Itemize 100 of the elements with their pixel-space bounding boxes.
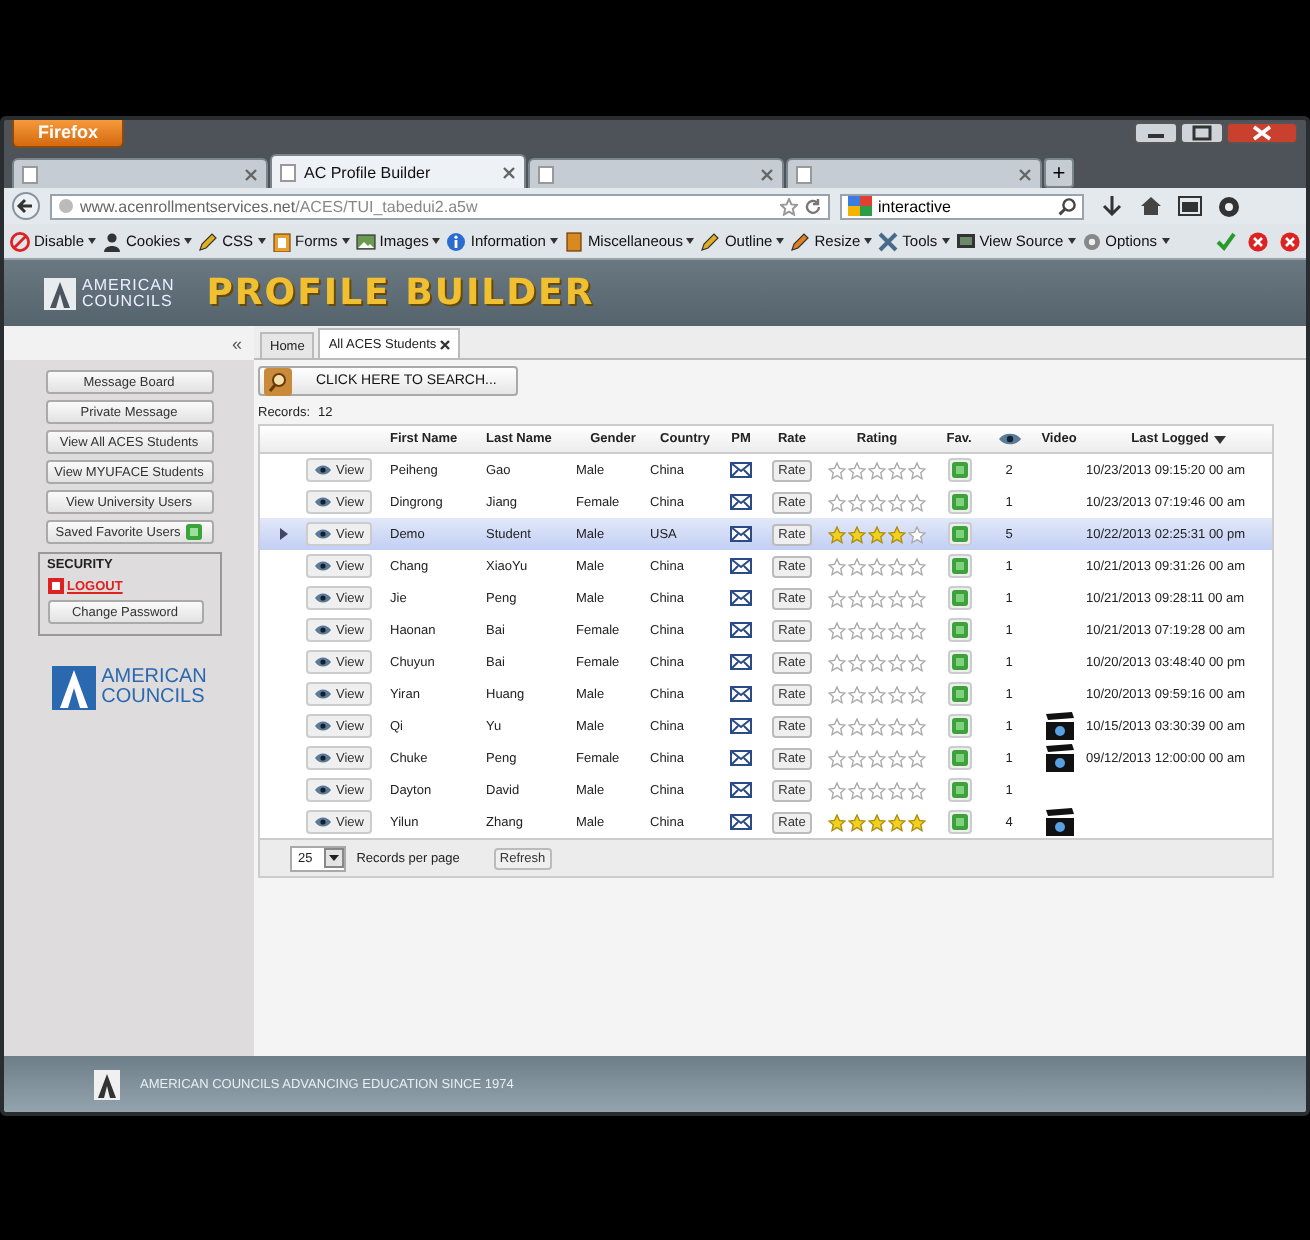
checkmark-icon[interactable] [1216, 231, 1236, 251]
envelope-icon[interactable] [730, 494, 752, 510]
envelope-icon[interactable] [730, 718, 752, 734]
favorite-button[interactable] [947, 746, 971, 770]
star-icon [828, 621, 846, 639]
favorite-button[interactable] [947, 554, 971, 578]
eye-icon [314, 592, 332, 604]
star-rating[interactable] [828, 621, 926, 639]
envelope-icon[interactable] [730, 622, 752, 638]
envelope-icon[interactable] [730, 654, 752, 670]
picture-icon [355, 231, 376, 251]
star-icon [868, 589, 886, 607]
eye-icon [314, 464, 332, 476]
star-icon[interactable] [780, 197, 798, 215]
star-rating[interactable] [828, 781, 926, 799]
clipboard-icon [271, 231, 292, 251]
star-rating[interactable] [828, 653, 926, 671]
star-rating[interactable] [828, 557, 926, 575]
star-rating[interactable] [828, 493, 926, 511]
browser-tab[interactable]: AC Profile Builder [270, 154, 526, 188]
favorite-button[interactable] [947, 618, 971, 642]
no-entry-icon [10, 231, 30, 251]
close-icon[interactable] [244, 167, 258, 181]
window-icon[interactable] [1178, 196, 1202, 216]
favorite-button[interactable] [947, 490, 971, 514]
square-icon [951, 494, 967, 510]
search-field[interactable]: interactive [840, 193, 1084, 219]
favorite-button[interactable] [947, 522, 971, 546]
star-icon [888, 493, 906, 511]
star-rating[interactable] [828, 813, 926, 831]
back-icon[interactable] [12, 192, 40, 220]
square-icon [951, 750, 967, 766]
envelope-icon[interactable] [730, 686, 752, 702]
maximize-icon[interactable] [1180, 122, 1224, 144]
envelope-icon[interactable] [730, 590, 752, 606]
star-icon [888, 685, 906, 703]
page-icon [280, 163, 296, 181]
eye-icon [314, 752, 332, 764]
square-icon [951, 782, 967, 798]
browser-tab[interactable] [528, 158, 784, 188]
close-icon[interactable] [502, 165, 516, 179]
close-icon[interactable] [1226, 122, 1298, 144]
favorite-button[interactable] [947, 586, 971, 610]
star-rating[interactable] [828, 685, 926, 703]
home-icon[interactable] [1140, 196, 1162, 216]
close-icon[interactable] [1018, 167, 1032, 181]
close-icon[interactable] [760, 167, 774, 181]
url-text: www.acenrollmentservices.net/ACES/TUI_tabedui2.a5w [80, 197, 478, 215]
star-icon [848, 685, 866, 703]
star-icon [828, 557, 846, 575]
envelope-icon[interactable] [730, 782, 752, 798]
eye-icon [314, 656, 332, 668]
minimize-icon[interactable] [1134, 122, 1178, 144]
star-icon [888, 749, 906, 767]
download-icon[interactable] [1100, 196, 1124, 216]
star-rating[interactable] [828, 749, 926, 767]
page-icon [538, 165, 554, 183]
envelope-icon[interactable] [730, 750, 752, 766]
envelope-icon[interactable] [730, 462, 752, 478]
favorite-button[interactable] [947, 650, 971, 674]
clapperboard-icon[interactable] [1043, 712, 1075, 740]
envelope-icon[interactable] [730, 526, 752, 542]
star-icon [828, 685, 846, 703]
star-icon [888, 653, 906, 671]
star-icon [908, 685, 926, 703]
favorite-button[interactable] [947, 714, 971, 738]
reload-icon[interactable] [804, 197, 822, 215]
square-icon [951, 590, 967, 606]
favorite-button[interactable] [947, 682, 971, 706]
star-icon [868, 749, 886, 767]
star-icon [868, 621, 886, 639]
star-icon [868, 461, 886, 479]
star-icon [848, 589, 866, 607]
star-icon [828, 781, 846, 799]
favorite-button[interactable] [947, 810, 971, 834]
favorite-button[interactable] [947, 778, 971, 802]
collapse-button[interactable]: « [231, 333, 242, 353]
envelope-icon[interactable] [730, 814, 752, 830]
error-icon[interactable] [1280, 231, 1300, 251]
browser-tab[interactable] [12, 158, 268, 188]
star-rating[interactable] [828, 717, 926, 735]
error-icon[interactable] [1248, 231, 1268, 251]
clapperboard-icon[interactable] [1043, 808, 1075, 836]
clapperboard-icon[interactable] [1043, 744, 1075, 772]
star-icon [848, 813, 866, 831]
star-rating[interactable] [828, 525, 926, 543]
envelope-icon[interactable] [730, 558, 752, 574]
url-field[interactable]: www.acenrollmentservices.net/ACES/TUI_tabedui2.a5w [50, 193, 830, 219]
star-rating[interactable] [828, 589, 926, 607]
star-icon [908, 461, 926, 479]
logo-text: COUNCILS [101, 688, 207, 708]
star-icon [888, 813, 906, 831]
star-icon [868, 717, 886, 735]
row-pointer-icon [279, 528, 287, 540]
star-rating[interactable] [828, 461, 926, 479]
browser-tab[interactable] [786, 158, 1042, 188]
circle-icon[interactable] [1218, 195, 1240, 217]
new-tab-button[interactable]: + [1044, 158, 1074, 188]
pencil-icon [198, 231, 219, 251]
favorite-button[interactable] [947, 458, 971, 482]
